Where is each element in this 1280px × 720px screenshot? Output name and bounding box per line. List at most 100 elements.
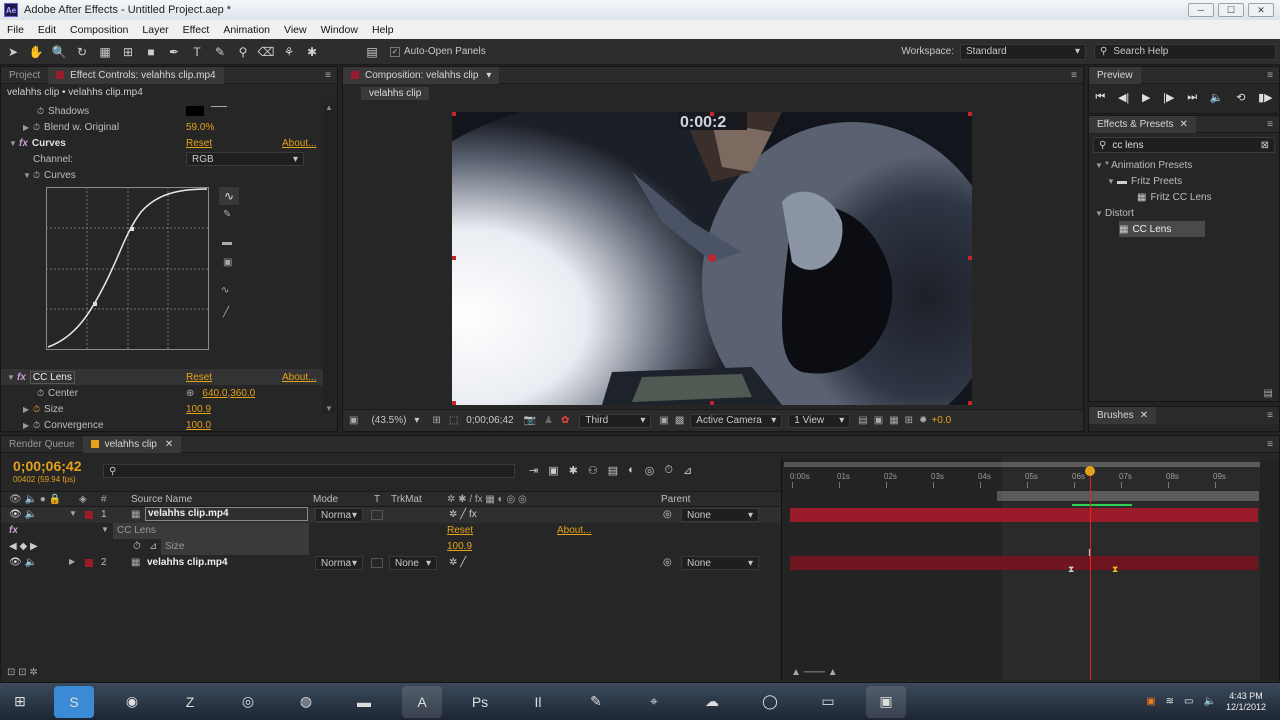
workspace-dropdown[interactable]: Standard ▾: [960, 43, 1086, 60]
parent-dropdown[interactable]: None ▾: [681, 556, 759, 570]
panel-menu-icon[interactable]: ≡: [1267, 70, 1273, 81]
col-t[interactable]: T: [374, 494, 380, 505]
twirl-icon[interactable]: ▼: [1107, 177, 1117, 186]
start-button-icon[interactable]: ⊞: [4, 686, 36, 718]
number-column-icon[interactable]: #: [101, 494, 107, 505]
app-icon[interactable]: ◎: [228, 686, 268, 718]
menu-animation[interactable]: Animation: [216, 24, 277, 36]
cclens-reset-link[interactable]: Reset: [186, 369, 212, 385]
tab-effects-presets[interactable]: Effects & Presets ✕: [1089, 115, 1196, 133]
layer-name[interactable]: velahhs clip.mp4: [147, 557, 228, 568]
prev-frame-icon[interactable]: ◀|: [1118, 91, 1129, 104]
loop-icon[interactable]: ⟲: [1236, 91, 1245, 104]
clear-search-icon[interactable]: ⊠: [1261, 140, 1269, 151]
convergence-value[interactable]: 100.0: [186, 417, 211, 433]
panel-menu-icon[interactable]: ≡: [1267, 439, 1273, 450]
preserve-transparency-checkbox[interactable]: [371, 510, 383, 520]
tree-fritz-cc-lens[interactable]: Fritz CC Lens: [1150, 192, 1211, 203]
chrome-icon[interactable]: ◍: [286, 686, 326, 718]
menu-edit[interactable]: Edit: [31, 24, 63, 36]
twirl-icon[interactable]: ▼: [7, 373, 17, 382]
twirl-icon[interactable]: ▼: [69, 509, 77, 518]
size-row-value[interactable]: 100.9: [447, 541, 472, 552]
twirl-icon[interactable]: ▼: [1095, 161, 1105, 170]
timeline-footer-icons[interactable]: ⊡ ⊡ ✲: [7, 667, 38, 678]
browser-icon[interactable]: ◉: [112, 686, 152, 718]
photoshop-icon[interactable]: Ps: [460, 686, 500, 718]
eye-icon[interactable]: 👁 🔈: [9, 509, 37, 520]
clock[interactable]: 4:43 PM 12/1/2012: [1226, 691, 1266, 713]
auto-keyframe-icon[interactable]: ⏱: [664, 464, 673, 477]
layer-row-1[interactable]: 👁 🔈 ▼ 1 ▦ velahhs clip.mp4 Norma ▾ ✲ ╱ fx…: [1, 507, 781, 523]
camera-dropdown[interactable]: Active Camera ▾: [690, 413, 783, 428]
pen-tool-icon[interactable]: ✒: [164, 42, 184, 62]
pencil-icon[interactable]: ✎: [223, 209, 231, 220]
cclens-about-link[interactable]: About...: [282, 369, 316, 385]
save-icon[interactable]: ▣: [223, 257, 232, 268]
twirl-icon[interactable]: ▼: [1095, 209, 1105, 218]
stopwatch-icon[interactable]: ⏱: [133, 541, 141, 552]
twirl-icon[interactable]: ▶: [69, 557, 75, 566]
next-frame-icon[interactable]: |▶: [1163, 91, 1174, 104]
col-mode[interactable]: Mode: [313, 494, 338, 505]
tab-preview[interactable]: Preview: [1089, 66, 1141, 84]
layer-1-duration-bar[interactable]: [790, 508, 1258, 522]
effect-reset-link[interactable]: Reset: [447, 525, 473, 536]
reset-line-icon[interactable]: ╱: [223, 307, 229, 318]
frame-blending-icon[interactable]: ▤: [608, 464, 618, 477]
views-dropdown[interactable]: 1 View ▾: [788, 413, 851, 428]
volume-icon[interactable]: 🔈: [1204, 696, 1216, 707]
battery-icon[interactable]: ▭: [1184, 696, 1193, 707]
hand-tool-icon[interactable]: ✋: [26, 42, 46, 62]
exposure-icon[interactable]: ✹: [919, 415, 927, 426]
maximize-button[interactable]: ☐: [1218, 3, 1244, 17]
blend-value[interactable]: 59.0%: [186, 119, 214, 135]
magnification-dropdown[interactable]: (43.5%) ▾: [366, 414, 424, 428]
tab-effect-controls[interactable]: Effect Controls: velahhs clip.mp4: [48, 66, 224, 84]
crosshair-icon[interactable]: ⊕: [186, 388, 194, 399]
composition-viewer[interactable]: 0:00:2: [452, 112, 972, 405]
stopwatch-icon[interactable]: ⏱: [33, 170, 40, 181]
skype-icon[interactable]: S: [54, 685, 94, 718]
menu-composition[interactable]: Composition: [63, 24, 135, 36]
tree-cc-lens[interactable]: CC Lens: [1132, 224, 1171, 235]
panel-menu-icon[interactable]: ≡: [325, 70, 331, 81]
effects-search-input[interactable]: ⚲ cc lens ⊠: [1093, 137, 1275, 153]
zoom-tool-icon[interactable]: 🔍: [49, 42, 69, 62]
panel-icon[interactable]: ▤: [362, 42, 382, 62]
scroll-down-icon[interactable]: ▼: [323, 404, 335, 413]
tree-distort[interactable]: Distort: [1105, 208, 1134, 219]
close-button[interactable]: ✕: [1248, 3, 1274, 17]
bezier-curve-icon[interactable]: ∿: [219, 187, 239, 205]
app-icon[interactable]: ◯: [750, 686, 790, 718]
eraser-tool-icon[interactable]: ⌫: [256, 42, 276, 62]
selection-tool-icon[interactable]: ➤: [3, 42, 23, 62]
app-icon[interactable]: ⌖: [634, 686, 674, 718]
stopwatch-icon[interactable]: ⏱: [33, 420, 40, 431]
av-switch-icons[interactable]: 👁 🔈 ● 🔒: [9, 494, 61, 505]
stopwatch-active-icon[interactable]: ⏱: [33, 404, 40, 415]
last-frame-icon[interactable]: ⏭: [1187, 91, 1197, 104]
draft-3d-icon[interactable]: ✱: [569, 464, 578, 477]
timeline-icon[interactable]: ▦: [889, 415, 898, 426]
fx-icon[interactable]: fx: [19, 138, 28, 149]
trkmat-dropdown[interactable]: None ▾: [389, 556, 437, 570]
shy-icon[interactable]: ⚇: [588, 464, 598, 477]
mask-visibility-icon[interactable]: ⬚: [449, 415, 458, 426]
panel-menu-icon[interactable]: ≡: [1071, 70, 1077, 81]
col-parent[interactable]: Parent: [661, 494, 690, 505]
effect-scrollbar[interactable]: ▲ ▼: [323, 103, 335, 413]
eyedropper-icon[interactable]: [211, 106, 227, 112]
new-folder-icon[interactable]: ▤: [1264, 388, 1273, 399]
channel-icon[interactable]: ✿: [561, 415, 569, 426]
twirl-icon[interactable]: ▶: [23, 123, 33, 132]
twirl-icon[interactable]: ▼: [23, 171, 33, 180]
transparency-grid-icon[interactable]: ▩: [675, 415, 684, 426]
app-icon[interactable]: ▣: [866, 685, 906, 718]
scroll-up-icon[interactable]: ▲: [323, 103, 335, 112]
twirl-icon[interactable]: ▼: [9, 139, 19, 148]
channel-dropdown[interactable]: RGB ▾: [186, 152, 304, 166]
illustrator-icon[interactable]: Il: [518, 686, 558, 718]
eye-icon[interactable]: 👁 🔈: [9, 557, 37, 568]
always-preview-icon[interactable]: ▣: [349, 415, 358, 426]
